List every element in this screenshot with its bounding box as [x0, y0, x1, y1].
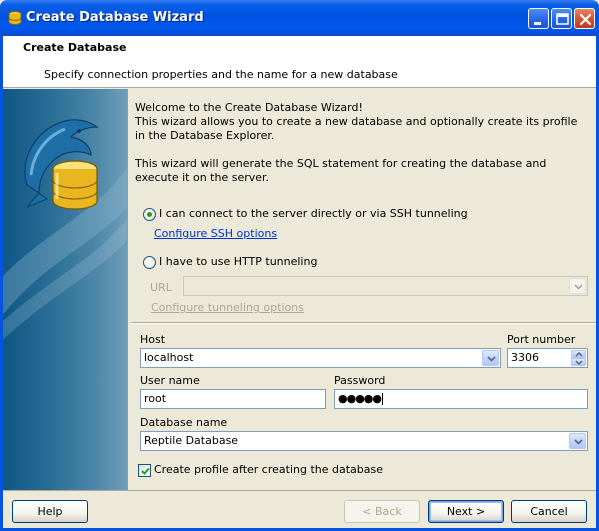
wizard-header: Create Database Specify connection prope…	[3, 36, 596, 88]
next-button[interactable]: Next >	[428, 500, 504, 523]
host-value: localhost	[144, 351, 194, 364]
title-bar[interactable]: Create Database Wizard	[0, 0, 599, 36]
section-divider	[131, 322, 596, 324]
host-dropdown-button[interactable]	[482, 350, 499, 366]
url-dropdown-button[interactable]	[569, 278, 586, 294]
user-name-value: root	[144, 392, 167, 405]
database-app-icon	[8, 10, 22, 26]
configure-tunneling-link[interactable]: Configure tunneling options	[151, 301, 304, 314]
text-cursor	[382, 393, 383, 405]
port-increment-button[interactable]	[571, 350, 586, 358]
intro-text: Welcome to the Create Database Wizard! T…	[135, 101, 590, 143]
database-name-label: Database name	[140, 416, 228, 429]
host-label: Host	[140, 333, 166, 346]
cancel-button[interactable]: Cancel	[511, 500, 587, 523]
button-bar	[3, 490, 596, 528]
password-input[interactable]: ●●●●●	[334, 389, 588, 409]
database-name-value: Reptile Database	[144, 434, 239, 447]
maximize-icon	[556, 13, 569, 25]
port-spinner[interactable]: 3306	[507, 348, 588, 368]
database-name-dropdown-button[interactable]	[569, 433, 586, 449]
configure-ssh-link[interactable]: Configure SSH options	[154, 227, 277, 240]
minimize-button[interactable]	[528, 8, 549, 29]
http-tunneling-label[interactable]: I have to use HTTP tunneling	[159, 255, 317, 268]
password-label: Password	[334, 374, 386, 387]
back-button[interactable]: < Back	[344, 500, 420, 523]
url-label: URL	[150, 281, 172, 294]
url-combobox[interactable]	[183, 276, 588, 296]
direct-connection-label[interactable]: I can connect to the server directly or …	[159, 207, 468, 220]
maximize-button[interactable]	[551, 8, 572, 29]
password-value: ●●●●●	[338, 392, 382, 405]
user-name-input[interactable]: root	[140, 389, 326, 409]
page-title: Create Database	[23, 41, 127, 54]
host-combobox[interactable]: localhost	[140, 348, 501, 368]
http-tunneling-radio[interactable]	[143, 256, 156, 269]
port-value: 3306	[511, 351, 539, 364]
intro-sql-note: This wizard will generate the SQL statem…	[135, 157, 547, 184]
minimize-icon	[534, 22, 541, 25]
close-icon	[579, 13, 592, 26]
port-label: Port number	[507, 333, 576, 346]
port-decrement-button[interactable]	[571, 358, 586, 366]
help-button[interactable]: Help	[12, 500, 88, 523]
intro-welcome: Welcome to the Create Database Wizard!	[135, 101, 363, 114]
chevron-down-icon	[574, 284, 583, 290]
dolphin-database-icon	[24, 119, 99, 210]
create-profile-checkbox[interactable]	[138, 464, 151, 477]
database-name-combobox[interactable]: Reptile Database	[140, 431, 588, 451]
intro-description: This wizard allows you to create a new d…	[135, 115, 578, 142]
user-name-label: User name	[140, 374, 200, 387]
chevron-up-icon	[575, 352, 583, 357]
close-button[interactable]	[574, 8, 595, 29]
create-profile-label[interactable]: Create profile after creating the databa…	[154, 463, 383, 476]
wizard-side-banner	[3, 89, 128, 490]
direct-connection-radio[interactable]	[143, 208, 156, 221]
chevron-down-icon	[574, 439, 583, 445]
chevron-down-icon	[575, 360, 583, 365]
checkmark-icon	[141, 467, 150, 475]
window-title: Create Database Wizard	[26, 10, 204, 25]
chevron-down-icon	[487, 356, 496, 362]
page-subtitle: Specify connection properties and the na…	[44, 68, 398, 81]
